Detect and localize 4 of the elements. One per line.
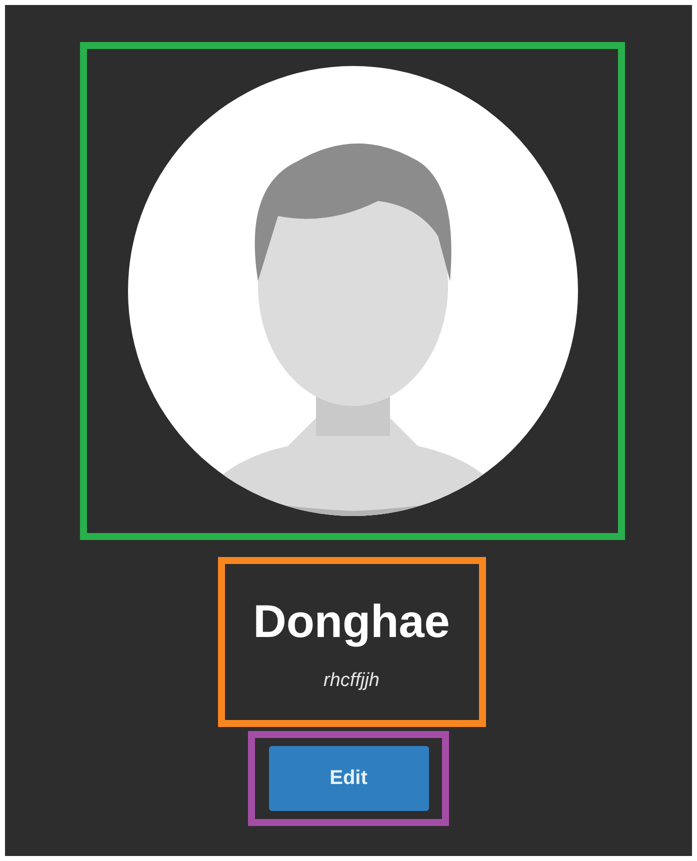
avatar-icon <box>128 66 578 516</box>
profile-name: Donghae <box>253 594 450 648</box>
edit-button[interactable]: Edit <box>268 746 428 811</box>
username: rhcffjjh <box>324 670 380 692</box>
